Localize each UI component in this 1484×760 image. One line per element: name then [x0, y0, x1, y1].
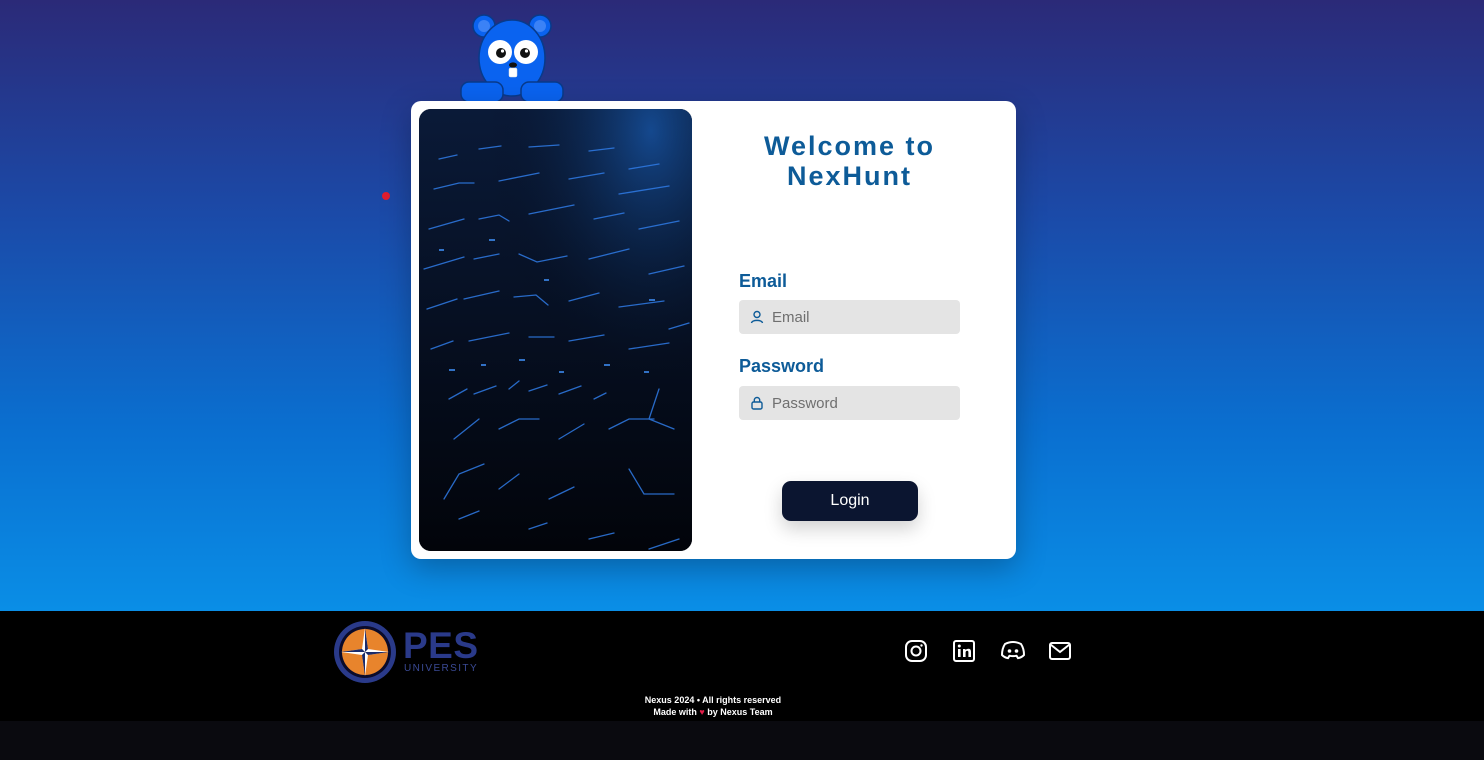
discord-icon[interactable] — [1000, 639, 1025, 663]
by-text: by Nexus Team — [707, 707, 773, 717]
circuit-image — [419, 109, 692, 551]
page-bottom — [0, 721, 1484, 760]
password-label: Password — [739, 356, 825, 376]
lock-icon — [750, 396, 764, 410]
footer: PES UNIVERSITY Nexus 2024 • All rights r… — [0, 611, 1484, 721]
password-input[interactable] — [772, 394, 952, 412]
welcome-heading: Welcome to NexHunt — [741, 131, 958, 191]
social-links — [904, 639, 1072, 663]
password-field-container[interactable] — [739, 386, 960, 420]
university-sub: UNIVERSITY — [404, 663, 479, 674]
email-field-container[interactable] — [739, 300, 960, 334]
copyright-text: Nexus 2024 • All rights reserved — [644, 695, 782, 705]
email-label: Email — [739, 271, 788, 291]
email-input[interactable] — [772, 308, 952, 326]
instagram-icon[interactable] — [904, 639, 928, 663]
welcome-line: Welcome to — [763, 131, 936, 161]
university-name: PES — [403, 625, 479, 666]
mail-icon[interactable] — [1048, 639, 1072, 663]
brand-name: NexHunt — [786, 161, 912, 191]
pes-university-logo-icon — [334, 621, 396, 683]
made-with-line: Made with ♥ by Nexus Team — [0, 706, 1426, 718]
heart-icon: ♥ — [699, 707, 705, 717]
made-with-text: Made with — [653, 707, 697, 717]
mascot-beaver-icon — [460, 14, 564, 103]
user-icon — [750, 310, 764, 324]
red-dot — [382, 192, 390, 200]
login-card: Welcome to NexHunt Email Password Login — [411, 101, 1016, 559]
login-button[interactable]: Login — [782, 481, 918, 521]
linkedin-icon[interactable] — [952, 639, 976, 663]
footer-copyright: Nexus 2024 • All rights reserved Made wi… — [0, 694, 1426, 718]
